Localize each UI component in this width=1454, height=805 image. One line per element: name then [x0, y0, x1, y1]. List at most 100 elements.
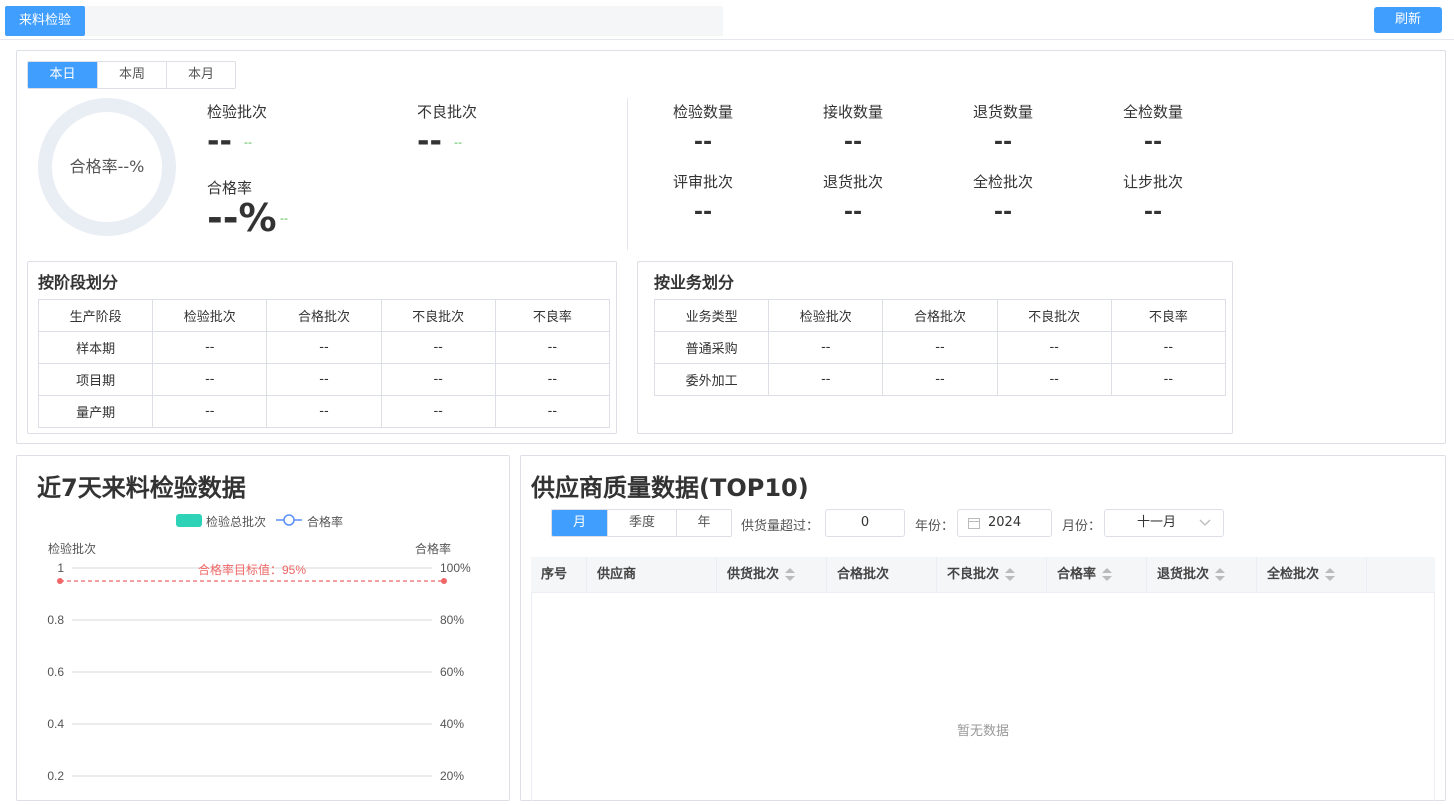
tab-strip: [85, 6, 723, 36]
col-bad-batch: 不良批次: [996, 299, 1112, 332]
qty-receive-label: 接收数量: [822, 103, 883, 121]
legend-bar-label[interactable]: 检验总批次: [206, 513, 266, 530]
month-select[interactable]: 十一月: [1104, 509, 1224, 537]
cell: --: [152, 331, 268, 364]
col-spacer: [1366, 557, 1435, 593]
cell: 普通采购: [653, 331, 770, 364]
tab-this-month[interactable]: 本月: [166, 62, 235, 88]
supplier-table-body: [531, 593, 1435, 801]
cell: --: [380, 331, 496, 364]
col-pass-rate[interactable]: 合格率: [1046, 557, 1146, 593]
tab-incoming-inspection[interactable]: 来料检验: [5, 6, 85, 36]
bad-batch-label: 不良批次: [417, 103, 478, 121]
col-business-type: 业务类型: [653, 299, 770, 332]
review-batch-value: --: [693, 200, 713, 225]
tab-today[interactable]: 本日: [28, 62, 97, 88]
col-pass-batch: 合格批次: [826, 557, 936, 593]
col-supply-batch[interactable]: 供货批次: [716, 557, 826, 593]
pass-rate-label: 合格率: [207, 179, 253, 197]
year-picker[interactable]: 2024: [957, 509, 1052, 537]
table-row: 普通采购 -- -- -- --: [653, 331, 1227, 364]
col-pass-batch: 合格批次: [266, 299, 382, 332]
tab-quarter[interactable]: 季度: [607, 510, 676, 536]
sort-icon[interactable]: [1325, 567, 1336, 582]
qty-inspect-label: 检验数量: [672, 103, 733, 121]
inspect-batch-label: 检验批次: [207, 103, 268, 121]
qty-inspect-value: --: [693, 130, 713, 155]
col-bad-batch: 不良批次: [380, 299, 496, 332]
col-stage: 生产阶段: [37, 299, 154, 332]
sort-icon[interactable]: [1005, 567, 1016, 582]
qty-receive-value: --: [843, 130, 863, 155]
cell: --: [152, 395, 268, 428]
y2-tick-label: 100%: [440, 561, 471, 575]
chevron-down-icon: [1199, 519, 1211, 526]
sort-icon[interactable]: [1102, 567, 1113, 582]
y-tick-label: 0.8: [47, 613, 64, 627]
tab-this-week[interactable]: 本周: [97, 62, 166, 88]
sort-icon[interactable]: [1215, 567, 1226, 582]
col-bad-rate: 不良率: [1110, 299, 1227, 332]
legend-line-label[interactable]: 合格率: [307, 513, 343, 530]
col-pass-batch: 合格批次: [882, 299, 998, 332]
month-label: 月份：: [1062, 519, 1102, 534]
col-full-batch[interactable]: 全检批次: [1256, 557, 1366, 593]
cell: --: [882, 363, 998, 396]
target-line-start-marker: [57, 578, 63, 584]
return-batch-value: --: [843, 200, 863, 225]
stage-table: 生产阶段 检验批次 合格批次 不良批次 不良率 样本期 -- -- -- -- …: [37, 299, 611, 428]
cell: --: [152, 363, 268, 396]
cell: --: [882, 331, 998, 364]
bad-batch-delta: --: [454, 136, 462, 149]
supplier-table-header: 序号 供应商 供货批次 合格批次 不良批次 合格率 退货批次 全检批次: [531, 557, 1435, 593]
y-tick-label: 0.2: [47, 769, 64, 783]
y-tick-label: 0.4: [47, 717, 64, 731]
pass-rate-value: --%: [207, 196, 277, 240]
col-bad-rate: 不良率: [494, 299, 611, 332]
y-tick-label: 1: [57, 561, 64, 575]
cell: --: [494, 331, 611, 364]
cell: 委外加工: [653, 363, 770, 396]
col-bad-batch[interactable]: 不良批次: [936, 557, 1046, 593]
chart-plot: 1 100% 0.8 80% 0.6 60% 0.4 40% 0.2 20% 合格率目标值：95%: [47, 561, 471, 783]
pass-rate-delta: --: [280, 212, 288, 225]
summary-divider: [627, 98, 628, 250]
review-batch-label: 评审批次: [672, 173, 733, 191]
table-row: 委外加工 -- -- -- --: [653, 363, 1227, 396]
y-tick-label: 0.6: [47, 665, 64, 679]
year-value: 2024: [988, 515, 1022, 530]
y2-tick-label: 20%: [440, 769, 464, 783]
cell: --: [996, 331, 1112, 364]
top-bar: 来料检验 刷新: [0, 0, 1454, 40]
return-batch-label: 退货批次: [822, 173, 883, 191]
col-return-batch[interactable]: 退货批次: [1146, 557, 1256, 593]
empty-state-text: 暂无数据: [956, 724, 1009, 739]
refresh-button[interactable]: 刷新: [1374, 7, 1442, 33]
month-value: 十一月: [1137, 515, 1177, 530]
col-supplier: 供应商: [586, 557, 716, 593]
supply-threshold-input[interactable]: 0: [825, 509, 905, 537]
cell: --: [996, 363, 1112, 396]
cell: --: [266, 363, 382, 396]
supplier-title: 供应商质量数据(TOP10): [531, 474, 809, 502]
inspect-batch-value: --: [207, 124, 232, 159]
y2-tick-label: 80%: [440, 613, 464, 627]
tab-month[interactable]: 月: [552, 510, 607, 536]
legend-bar-swatch[interactable]: [176, 514, 202, 527]
legend-line-marker[interactable]: [276, 513, 302, 527]
cell: --: [380, 363, 496, 396]
cell: --: [380, 395, 496, 428]
supply-threshold-label: 供货量超过：: [741, 519, 820, 534]
y2-tick-label: 40%: [440, 717, 464, 731]
table-row: 量产期 -- -- -- --: [37, 395, 611, 428]
supplier-period-tabs: 月 季度 年: [551, 509, 732, 537]
calendar-icon: [968, 518, 980, 529]
cell: --: [1110, 363, 1227, 396]
tab-year[interactable]: 年: [676, 510, 731, 536]
cell: 样本期: [37, 331, 154, 364]
cell: --: [768, 331, 884, 364]
target-line-label: 合格率目标值：95%: [198, 562, 306, 577]
col-index: 序号: [541, 567, 568, 582]
sort-icon[interactable]: [785, 567, 796, 582]
qty-full-value: --: [1143, 130, 1163, 155]
